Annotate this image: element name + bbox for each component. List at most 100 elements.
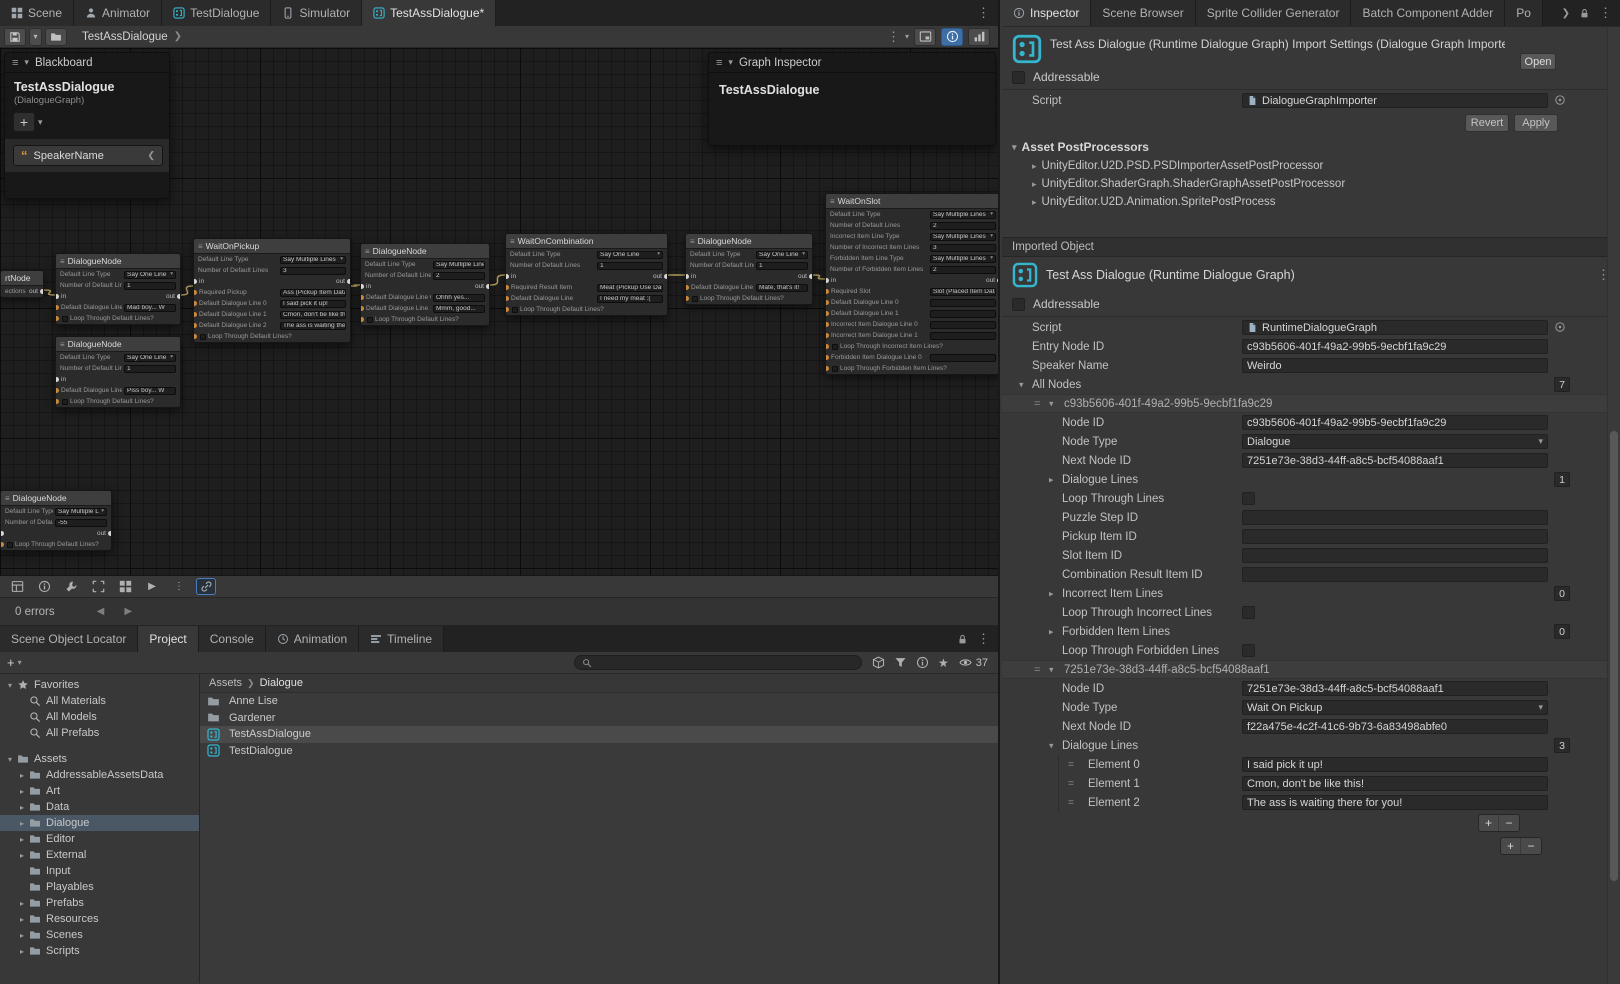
postprocessor-psdimporterassetpostprocessor[interactable]: ▸UnityEditor.U2D.PSD.PSDImporterAssetPos…: [1002, 157, 1620, 175]
node-dropdown[interactable]: Say Multiple Lines▾: [930, 255, 996, 263]
line-port[interactable]: [55, 316, 59, 321]
array-size-field[interactable]: 0: [1554, 624, 1570, 639]
scrollbar-thumb[interactable]: [1610, 431, 1618, 881]
node-field[interactable]: 1: [597, 262, 663, 270]
node-checkbox[interactable]: [200, 334, 206, 340]
node-field[interactable]: The ass is waiting there for you!: [280, 322, 346, 330]
foldout-open-icon[interactable]: ▾: [1049, 398, 1054, 409]
line-port[interactable]: [55, 399, 59, 404]
caret-down-icon[interactable]: ▾: [728, 57, 733, 68]
add-element-button[interactable]: +: [1501, 838, 1521, 854]
line-port[interactable]: [360, 317, 364, 322]
tree-item-dialogue[interactable]: ▸Dialogue: [0, 815, 199, 831]
filter-by-type-button[interactable]: [894, 656, 907, 669]
tab-scene[interactable]: Scene: [0, 0, 74, 26]
array-size-field[interactable]: 0: [1554, 586, 1570, 601]
save-button[interactable]: [4, 28, 26, 46]
foldout-open-icon[interactable]: ▾: [4, 755, 16, 764]
node-field[interactable]: [930, 299, 996, 307]
property-field[interactable]: I said pick it up!: [1242, 757, 1548, 772]
tree-item-playables[interactable]: Playables: [0, 879, 199, 895]
node-dropdown[interactable]: Say One Line▾: [756, 251, 808, 259]
tree-item-scenes[interactable]: ▸Scenes: [0, 927, 199, 943]
caret-down-icon[interactable]: ▾: [24, 57, 29, 68]
tab-scroll-right-icon[interactable]: ❯: [1562, 8, 1570, 19]
lock-icon[interactable]: [957, 634, 968, 645]
tree-item-data[interactable]: ▸Data: [0, 799, 199, 815]
property-field[interactable]: [1242, 510, 1548, 525]
foldout-open-icon[interactable]: ▾: [4, 681, 16, 690]
node-field[interactable]: Mate, that's it!: [756, 284, 808, 292]
property-field[interactable]: 7251e73e-38d3-44ff-a8c5-bcf54088aaf1: [1242, 453, 1548, 468]
frame-all-button[interactable]: [88, 578, 108, 595]
property-field[interactable]: The ass is waiting there for you!: [1242, 795, 1548, 810]
input-port[interactable]: [193, 279, 197, 284]
tab-animator[interactable]: Animator: [74, 0, 162, 26]
graph-node-dialoguenode[interactable]: ≡DialogueNodeDefault Line TypeSay One Li…: [685, 233, 813, 305]
line-port[interactable]: [825, 366, 829, 371]
dialogue-graph-canvas[interactable]: rtNodeectionsout≡DialogueNodeDefault Lin…: [0, 48, 998, 576]
graph-node-dialoguenode[interactable]: ≡DialogueNodeDefault Line TypeSay Multip…: [360, 243, 490, 326]
tab-project[interactable]: Project: [138, 626, 198, 652]
input-port[interactable]: [825, 278, 829, 283]
line-port[interactable]: [825, 333, 829, 338]
line-port[interactable]: [193, 334, 197, 339]
tree-item-favorites[interactable]: ▾Favorites: [0, 677, 199, 693]
node-field[interactable]: Piss boy... W: [124, 387, 176, 395]
tab-testassdialogue[interactable]: TestAssDialogue*: [362, 0, 496, 26]
foldout-closed-icon[interactable]: ▸: [16, 819, 28, 828]
object-picker-icon[interactable]: [1554, 94, 1566, 106]
output-port[interactable]: [108, 531, 112, 536]
tab-simulator[interactable]: Simulator: [271, 0, 362, 26]
play-button[interactable]: ▶: [142, 578, 162, 595]
node-field[interactable]: Cmon, don't be like this!: [280, 311, 346, 319]
node-field[interactable]: 3: [280, 267, 346, 275]
node-hamburger-icon[interactable]: ≡: [60, 257, 65, 266]
breadcrumb[interactable]: TestAssDialogue ❯: [82, 31, 182, 43]
line-port[interactable]: [825, 300, 829, 305]
foldout-closed-icon[interactable]: ▸: [16, 803, 28, 812]
drag-handle-icon[interactable]: =: [1068, 797, 1073, 808]
filter-by-label-button[interactable]: [916, 656, 929, 669]
node-dropdown[interactable]: Say One Line▾: [124, 354, 176, 362]
node-hamburger-icon[interactable]: ≡: [365, 247, 370, 256]
property-field[interactable]: [1242, 529, 1548, 544]
line-port[interactable]: [193, 301, 197, 306]
foldout-closed-icon[interactable]: ▸: [1049, 588, 1054, 599]
prev-error-button[interactable]: ◀: [97, 606, 105, 617]
more-options-button[interactable]: ⋮: [169, 578, 189, 595]
property-checkbox[interactable]: [1242, 492, 1255, 505]
inspector-kebab-icon[interactable]: ⋮: [1599, 5, 1612, 21]
toggle-minimap-button[interactable]: [914, 28, 936, 46]
inspector-scrollbar[interactable]: [1607, 27, 1620, 984]
tree-item-input[interactable]: Input: [0, 863, 199, 879]
node-dropdown[interactable]: Say Multiple Lines▾: [930, 211, 996, 219]
output-port[interactable]: [997, 278, 998, 283]
graph-options-kebab-icon[interactable]: ⋮: [887, 29, 900, 45]
visible-assets-count[interactable]: 37: [959, 656, 991, 669]
project-breadcrumb[interactable]: Assets ❯ Dialogue: [200, 674, 998, 693]
property-field[interactable]: Weirdo: [1242, 358, 1548, 373]
link-toggle-button[interactable]: [196, 578, 216, 595]
foldout-open-icon[interactable]: ▾: [1049, 664, 1054, 675]
input-port[interactable]: [55, 377, 59, 382]
node-hamburger-icon[interactable]: ≡: [690, 237, 695, 246]
drag-handle-icon[interactable]: =: [1068, 778, 1073, 789]
output-port[interactable]: [347, 279, 351, 284]
chevron-left-icon[interactable]: ❮: [147, 150, 155, 161]
open-button[interactable]: Open: [1520, 53, 1556, 70]
node-field[interactable]: 2: [930, 266, 996, 274]
remove-element-button[interactable]: −: [1499, 815, 1519, 831]
breadcrumb-root[interactable]: Assets: [209, 677, 242, 689]
node-checkbox[interactable]: [367, 317, 373, 323]
save-dropdown-button[interactable]: ▾: [29, 28, 42, 46]
tab-animation[interactable]: Animation: [266, 626, 359, 652]
input-port[interactable]: [685, 274, 689, 279]
tab-batch-component-adder[interactable]: Batch Component Adder: [1351, 0, 1505, 26]
drag-handle-icon[interactable]: =: [1034, 398, 1039, 410]
toggle-info-button[interactable]: [34, 578, 54, 595]
line-port[interactable]: [360, 295, 364, 300]
node-field[interactable]: Mmm, good...: [433, 305, 485, 313]
array-size-field[interactable]: 1: [1554, 472, 1570, 487]
line-port[interactable]: [193, 290, 197, 295]
